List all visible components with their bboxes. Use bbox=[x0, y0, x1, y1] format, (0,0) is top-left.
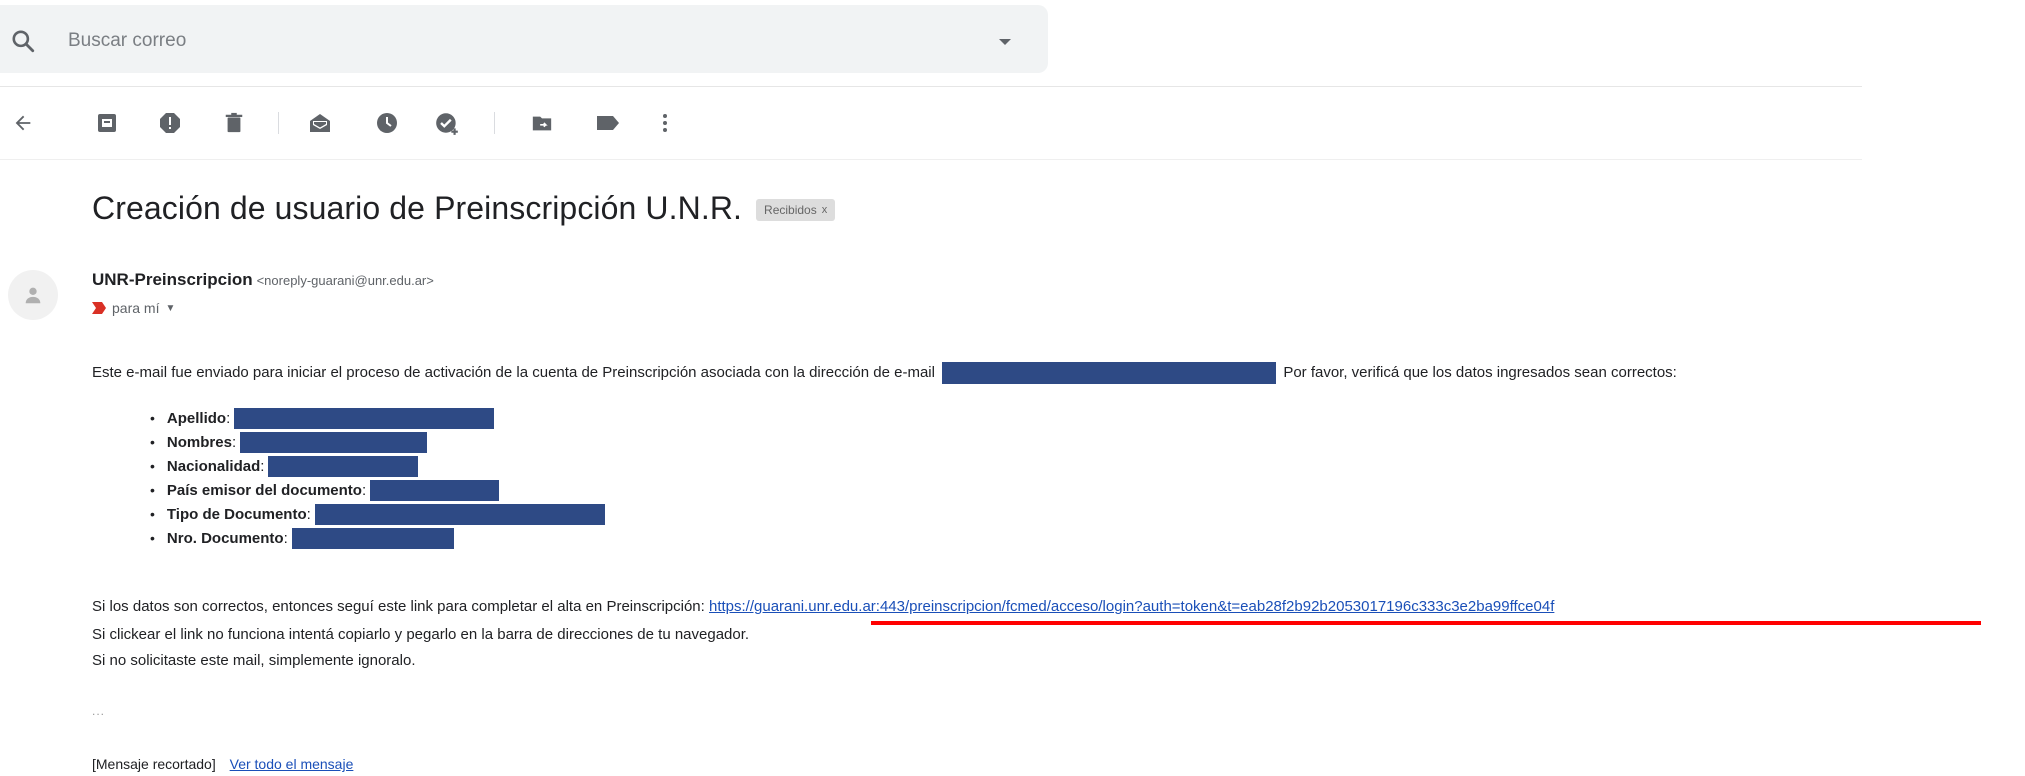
field-label-pais-emisor: País emisor del documento bbox=[166, 481, 362, 499]
intro-paragraph: Este e-mail fue enviado para iniciar el … bbox=[92, 362, 1677, 384]
list-item: Nombres: bbox=[150, 430, 605, 454]
email-subject: Creación de usuario de Preinscripción U.… bbox=[92, 189, 743, 226]
activation-link[interactable]: https://guarani.unr.edu.ar:443/preinscri… bbox=[709, 598, 1554, 615]
trimmed-content-ellipsis[interactable]: ... bbox=[92, 704, 105, 718]
importance-marker-icon[interactable] bbox=[92, 302, 106, 314]
redacted-value bbox=[314, 503, 605, 525]
more-vert-icon[interactable] bbox=[650, 108, 680, 138]
remove-label-icon[interactable]: x bbox=[822, 204, 828, 216]
redacted-value bbox=[291, 527, 454, 549]
link-paragraph: Si los datos son correctos, entonces seg… bbox=[92, 598, 1554, 615]
field-label-apellido: Apellido bbox=[166, 409, 227, 427]
search-input[interactable] bbox=[68, 27, 968, 55]
redacted-value bbox=[240, 431, 428, 453]
link-intro-text: Si los datos son correctos, entonces seg… bbox=[92, 598, 705, 615]
avatar bbox=[8, 270, 58, 320]
mark-unread-icon[interactable] bbox=[305, 108, 335, 138]
field-label-nombres: Nombres bbox=[166, 433, 232, 451]
toolbar-separator bbox=[494, 112, 495, 134]
field-label-tipo-documento: Tipo de Documento bbox=[166, 505, 307, 523]
labels-icon[interactable] bbox=[593, 108, 623, 138]
list-item: País emisor del documento: bbox=[150, 478, 605, 502]
archive-icon[interactable] bbox=[92, 108, 122, 138]
divider bbox=[0, 159, 1862, 160]
show-details-chevron-icon[interactable]: ▼ bbox=[165, 303, 175, 314]
sender-name: UNR-Preinscripcion bbox=[92, 270, 253, 289]
inbox-label-chip[interactable]: Recibidos x bbox=[756, 199, 836, 221]
field-label-nro-documento: Nro. Documento bbox=[166, 529, 284, 547]
trimmed-message-text: [Mensaje recortado] bbox=[92, 756, 216, 772]
trimmed-message-footer: [Mensaje recortado] Ver todo el mensaje bbox=[92, 756, 353, 772]
back-arrow-icon[interactable] bbox=[8, 108, 38, 138]
inbox-label-text: Recibidos bbox=[764, 203, 817, 217]
toolbar-separator bbox=[278, 112, 279, 134]
subject-row: Creación de usuario de Preinscripción U.… bbox=[92, 186, 836, 230]
search-bar bbox=[0, 5, 1048, 73]
add-to-tasks-icon[interactable] bbox=[432, 108, 462, 138]
ignore-instruction-text: Si no solicitaste este mail, simplemente… bbox=[92, 652, 416, 669]
highlight-underline bbox=[871, 621, 1981, 625]
view-full-message-link[interactable]: Ver todo el mensaje bbox=[230, 756, 354, 772]
field-label-nacionalidad: Nacionalidad bbox=[166, 457, 261, 475]
redacted-value bbox=[268, 455, 419, 477]
move-to-icon[interactable] bbox=[527, 108, 557, 138]
delete-icon[interactable] bbox=[219, 108, 249, 138]
redacted-value bbox=[370, 479, 500, 501]
intro-text-before: Este e-mail fue enviado para iniciar el … bbox=[92, 363, 935, 381]
search-options-dropdown-icon[interactable] bbox=[999, 39, 1011, 45]
list-item: Nro. Documento: bbox=[150, 526, 605, 550]
sender-email: <noreply-guarani@unr.edu.ar> bbox=[256, 273, 434, 288]
person-icon bbox=[25, 287, 41, 304]
list-item: Tipo de Documento: bbox=[150, 502, 605, 526]
redacted-email-address bbox=[942, 362, 1277, 384]
list-item: Apellido: bbox=[150, 406, 605, 430]
recipient-line[interactable]: para mí ▼ bbox=[92, 300, 175, 316]
sender-line: UNR-Preinscripcion <noreply-guarani@unr.e… bbox=[92, 270, 434, 290]
report-spam-icon[interactable] bbox=[155, 108, 185, 138]
snooze-icon[interactable] bbox=[372, 108, 402, 138]
list-item: Nacionalidad: bbox=[150, 454, 605, 478]
intro-text-after: Por favor, verificá que los datos ingres… bbox=[1283, 363, 1677, 381]
recipient-text: para mí bbox=[112, 300, 160, 316]
search-icon[interactable] bbox=[10, 28, 36, 54]
user-data-list: Apellido: Nombres: Nacionalidad: País em… bbox=[150, 406, 605, 550]
redacted-value bbox=[234, 407, 495, 429]
message-toolbar bbox=[0, 100, 1862, 146]
copy-instruction-text: Si clickear el link no funciona intentá … bbox=[92, 626, 750, 643]
divider bbox=[0, 86, 1862, 87]
